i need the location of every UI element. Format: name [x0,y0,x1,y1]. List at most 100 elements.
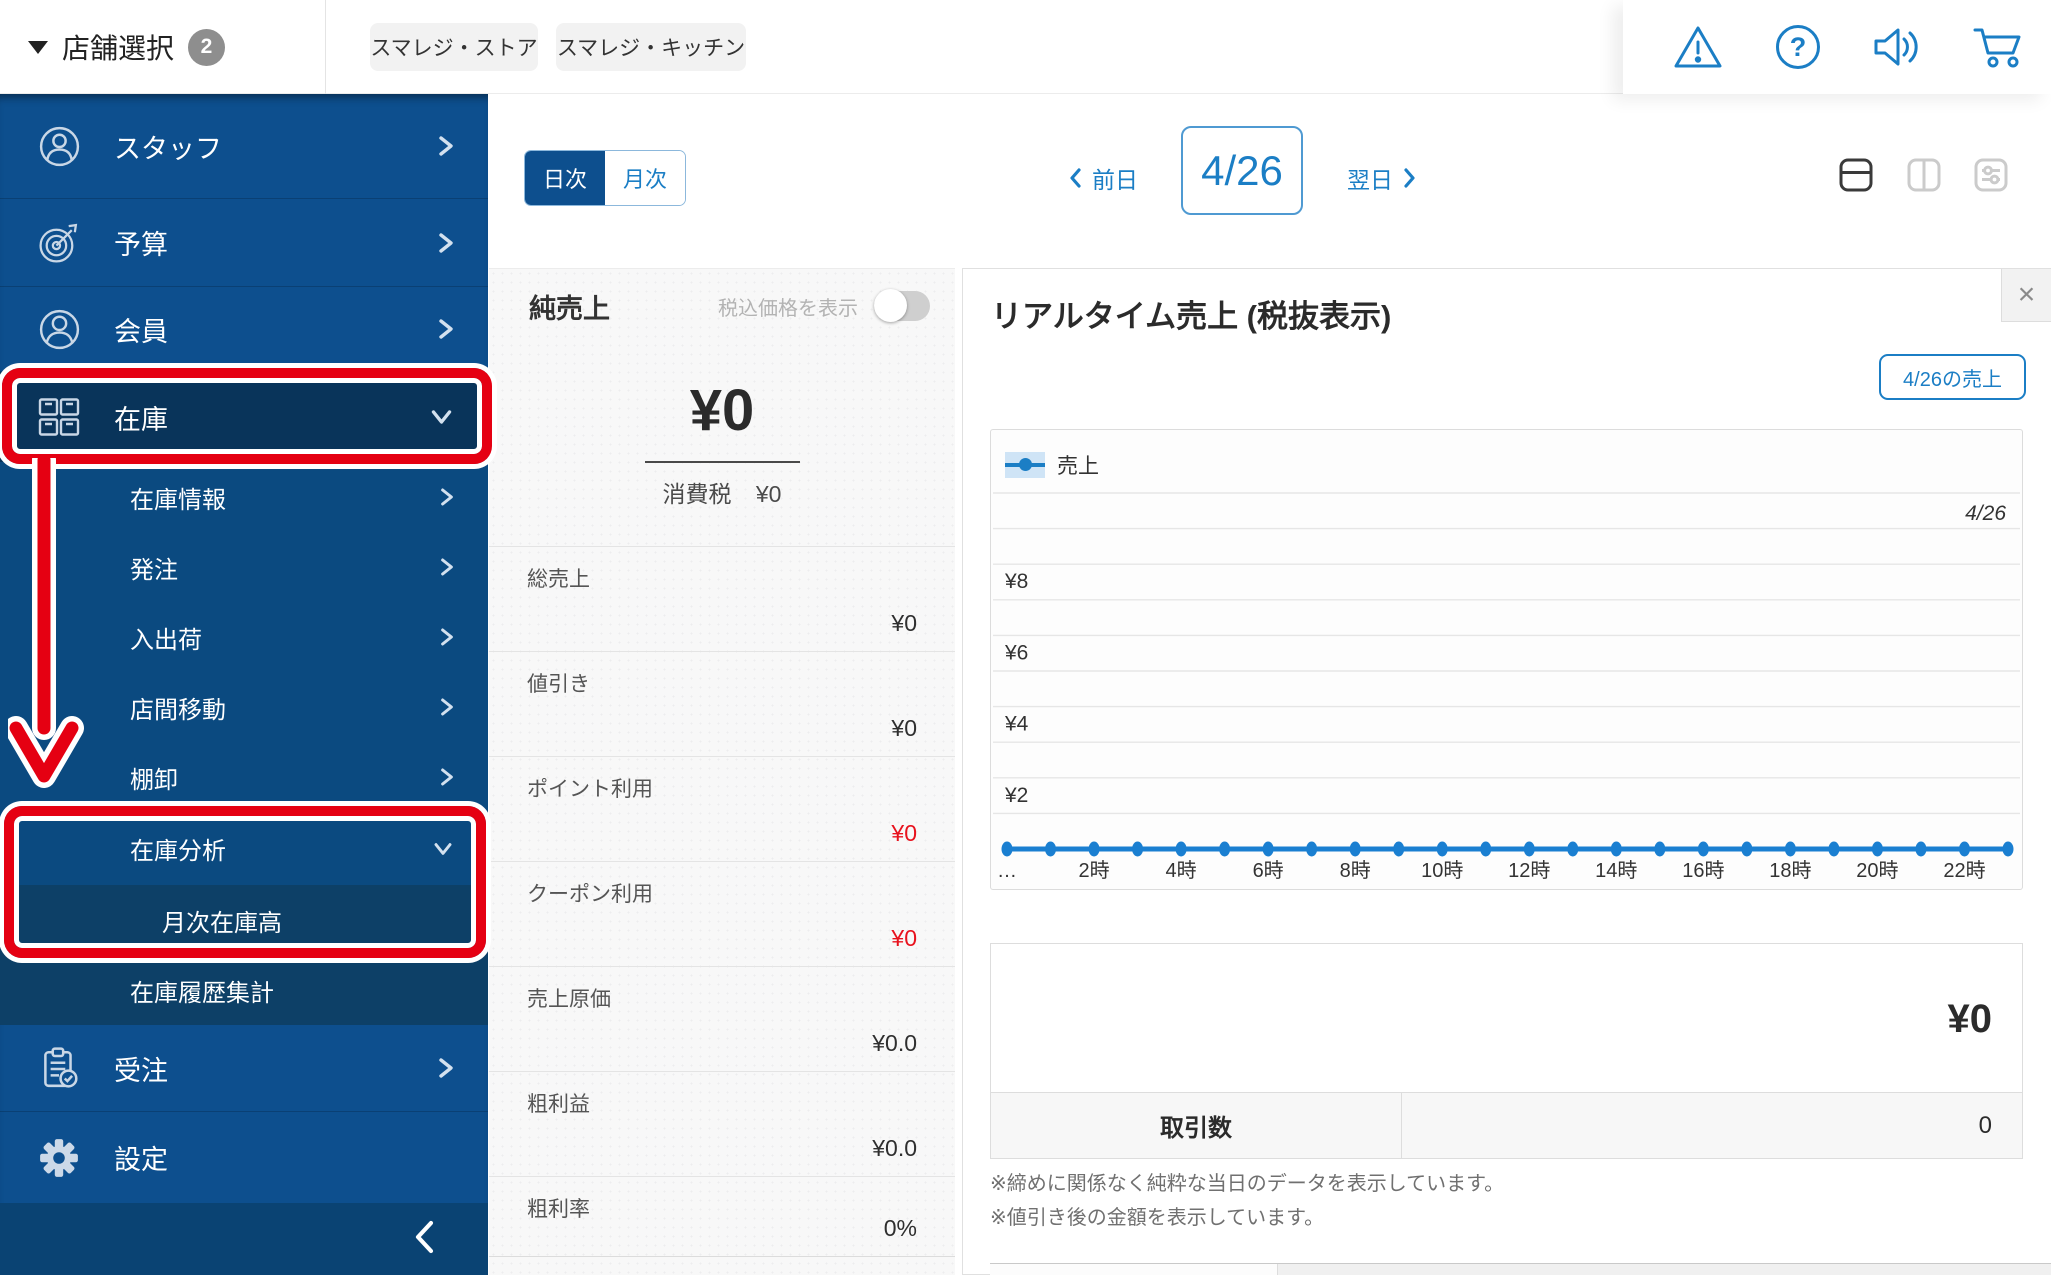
sidebar-item-shipments[interactable]: 入出荷 [0,602,488,672]
layout-horizontal-split-button[interactable] [1838,157,1874,193]
svg-text:¥8: ¥8 [1004,570,1028,593]
sidebar-item-ordering[interactable]: 発注 [0,532,488,602]
svg-text:…: … [997,860,1017,882]
next-section-edge [990,1263,2051,1275]
sales-stat-rows: 総売上 ¥0 値引き ¥0 ポイント利用 ¥0 クーポン利用 ¥0 売上原価 ¥… [489,546,955,1257]
cart-icon[interactable] [1971,21,2025,73]
svg-text:6時: 6時 [1253,859,1284,882]
net-sales-title: 純売上 [529,294,610,324]
sidebar-item-members[interactable]: 会員 [0,287,488,372]
header-icons-card: ? [1623,0,2051,94]
svg-text:16時: 16時 [1682,859,1724,882]
stat-row-gross-profit: 粗利益 ¥0.0 [489,1072,955,1177]
sidebar-item-inventory-history[interactable]: 在庫履歴集計 [0,955,488,1025]
legend-line-marker-icon [1005,452,1045,478]
store-count-badge: 2 [188,28,226,66]
svg-text:¥4: ¥4 [1004,713,1029,736]
stat-row-cost-of-sales: 売上原価 ¥0.0 [489,967,955,1072]
sidebar-item-inventory[interactable]: 在庫 [0,372,488,462]
sidebar-nav: スタッフ 予算 会員 在庫 在庫情報 発注 入出荷 店間移動 棚卸 在庫分析 月… [0,94,488,1275]
chart-legend: 売上 [1005,450,1099,480]
layout-vertical-split-button[interactable] [1906,157,1942,193]
sidebar-item-store-transfer[interactable]: 店間移動 [0,672,488,742]
daily-tab[interactable]: 日次 [525,151,605,205]
realtime-sales-chart: ¥8 ¥6 ¥4 ¥2 … 2時 4時 6時 8時 10時 12時 14時 16時 18時 20時 22時 売… [990,429,2023,890]
svg-text:20時: 20時 [1856,859,1898,882]
prev-day-button[interactable]: 前日 [1069,150,1138,206]
svg-text:2時: 2時 [1078,859,1109,882]
tax-included-toggle[interactable] [874,289,930,322]
tab-smaregi-store[interactable]: スマレジ・ストア [370,23,538,71]
announcement-icon[interactable] [1871,21,1925,73]
inventory-boxes-icon [36,394,82,440]
stat-row-coupons-used: クーポン利用 ¥0 [489,862,955,967]
sidebar-collapse-button[interactable] [0,1203,488,1275]
net-sales-amount: ¥0 [689,378,755,443]
sidebar-item-stocktaking[interactable]: 棚卸 [0,742,488,812]
svg-text:10時: 10時 [1421,859,1463,882]
svg-text:8時: 8時 [1340,859,1371,882]
stat-row-gross-margin: 粗利率 0% [489,1177,955,1257]
chevron-right-icon [438,317,454,342]
svg-text:14時: 14時 [1595,859,1637,882]
gear-icon [36,1135,82,1181]
chevron-left-icon [412,1219,436,1260]
top-header: 店舗選択 2 スマレジ・ストア スマレジ・キッチン ? [0,0,2051,94]
sidebar-item-settings[interactable]: 設定 [0,1112,488,1203]
chevron-left-icon [1070,168,1081,188]
net-sales-panel: 純売上 税込価格を表示 ¥0 消費税 ¥0 総売上 ¥0 値引き ¥0 ポイント… [489,268,955,1275]
close-icon[interactable]: × [2001,269,2051,322]
transactions-count: 0 [1978,1111,1992,1139]
stat-row-points-used: ポイント利用 ¥0 [489,757,955,862]
help-icon[interactable]: ? [1771,21,1825,73]
store-selector-label: 店舗選択 [62,33,175,64]
svg-text:?: ? [1790,32,1807,62]
alert-icon[interactable] [1671,21,1725,73]
stat-row-discount: 値引き ¥0 [489,652,955,757]
realtime-sales-panel: リアルタイム売上 (税抜表示) × 4/26の売上 ¥8 ¥6 ¥4 ¥2 … 2時 4時 6… [962,268,2051,1275]
date-sales-button[interactable]: 4/26の売上 [1879,354,2026,400]
period-toggle: 日次 月次 [524,150,686,206]
chevron-right-icon [440,486,454,508]
sidebar-item-budget[interactable]: 予算 [0,199,488,287]
staff-icon [36,123,82,169]
chevron-right-icon [438,230,454,255]
chevron-right-icon [438,1056,454,1081]
consumption-tax: 消費税 ¥0 [662,481,782,507]
header-divider [325,0,326,94]
next-day-button[interactable]: 翌日 [1347,150,1416,206]
realtime-sales-title: リアルタイム売上 (税抜表示) [991,299,1392,334]
svg-text:¥6: ¥6 [1004,641,1028,664]
chevron-right-icon [440,556,454,578]
svg-text:12時: 12時 [1508,859,1550,882]
note-line-2: ※値引き後の金額を表示しています。 [990,1207,1325,1229]
note-line-1: ※締めに関係なく純粋な当日のデータを表示しています。 [990,1173,1505,1195]
chevron-right-icon [438,134,454,159]
chevron-right-icon [440,766,454,788]
tab-smaregi-kitchen[interactable]: スマレジ・キッチン [556,23,746,71]
transactions-total-amount: ¥0 [1947,996,1993,1041]
transactions-box: ¥0 取引数 0 [990,943,2023,1159]
chevron-right-icon [440,696,454,718]
chevron-right-icon [1404,168,1415,188]
stat-row-gross-sales: 総売上 ¥0 [489,547,955,652]
svg-text:22時: 22時 [1943,859,1985,882]
divider [645,461,800,463]
sidebar-item-monthly-inventory-value[interactable]: 月次在庫高 [0,885,488,955]
clipboard-check-icon [36,1045,82,1091]
sidebar-item-inventory-analysis[interactable]: 在庫分析 [0,812,488,885]
sidebar-item-orders-received[interactable]: 受注 [0,1025,488,1112]
chevron-down-icon [429,409,454,425]
store-selector[interactable]: 店舗選択 2 [28,0,226,94]
svg-text:18時: 18時 [1769,859,1811,882]
layout-settings-button[interactable] [1973,157,2009,193]
chevron-right-icon [440,626,454,648]
sidebar-item-inventory-info[interactable]: 在庫情報 [0,462,488,532]
monthly-tab[interactable]: 月次 [605,151,685,205]
member-icon [36,306,82,352]
date-picker[interactable]: 4/26 [1181,126,1303,215]
sidebar-item-staff[interactable]: スタッフ [0,94,488,199]
app-window: 店舗選択 2 スマレジ・ストア スマレジ・キッチン ? スタッフ 予算 会員 在… [0,0,2051,1275]
svg-text:4時: 4時 [1166,859,1197,882]
chart-date-annotation: 4/26 [1965,502,2006,525]
